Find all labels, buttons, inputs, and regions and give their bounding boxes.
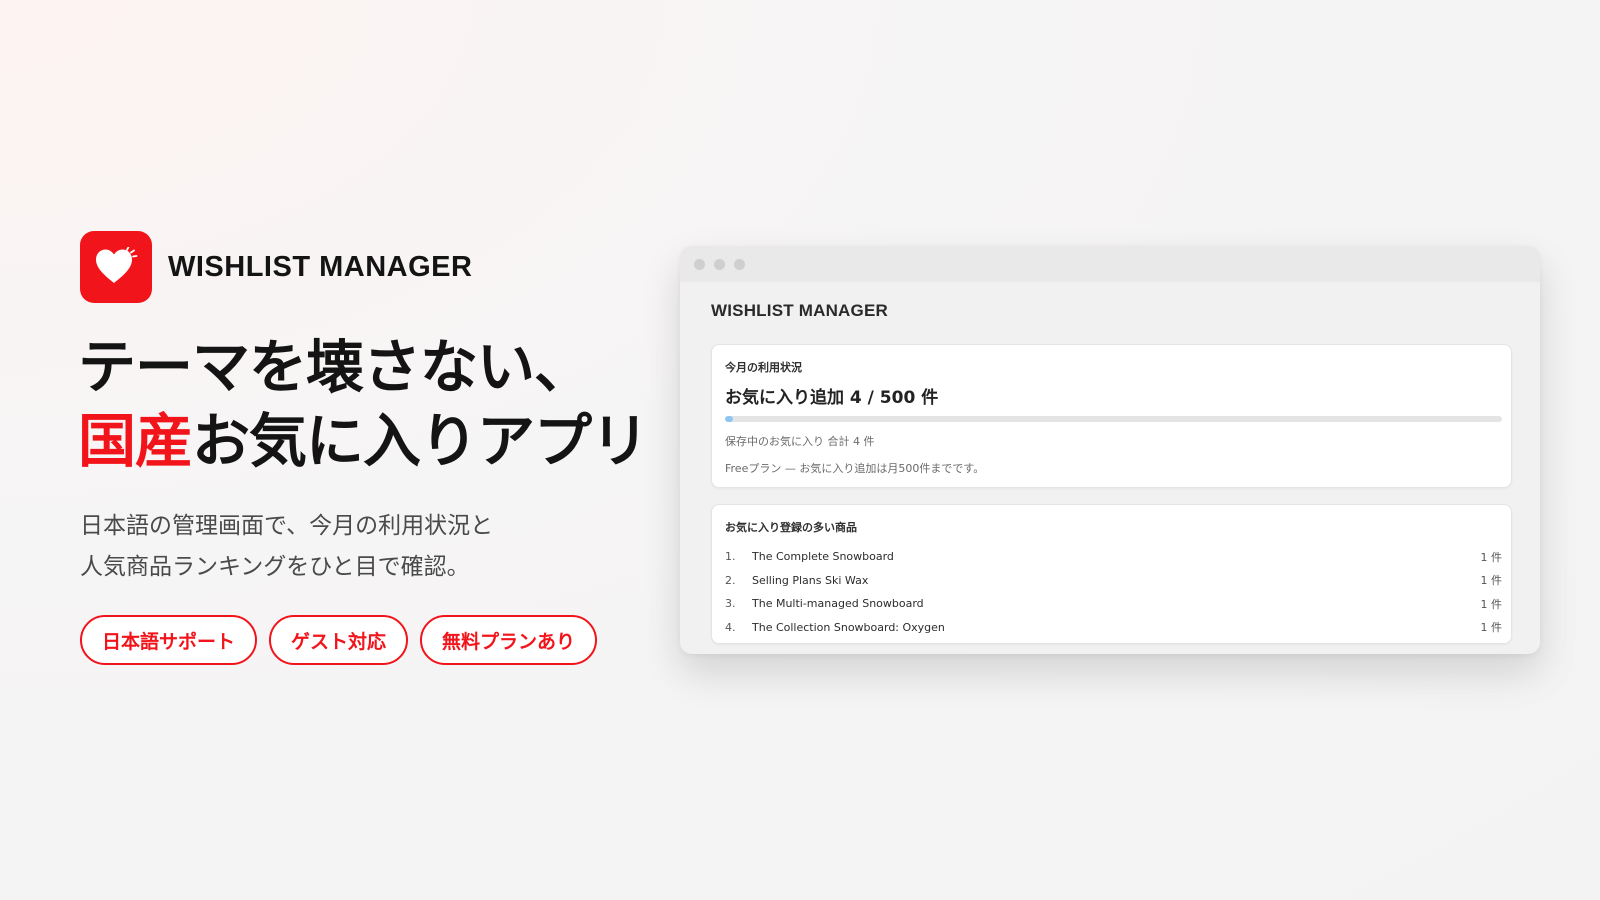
list-item[interactable]: 1. The Complete Snowboard 1 件 — [725, 545, 1502, 569]
product-name: The Collection Snowboard: Oxygen — [752, 620, 945, 634]
list-item[interactable]: 4. The Collection Snowboard: Oxygen 1 件 — [725, 616, 1502, 640]
brand: WISHLIST MANAGER — [80, 231, 472, 303]
app-window-mock: WISHLIST MANAGER 今月の利用状況 お気に入り追加 4 / 500… — [680, 246, 1540, 654]
product-name: Selling Plans Ski Wax — [752, 573, 869, 587]
headline-line-2-rest: お気に入りアプリ — [192, 407, 649, 475]
usage-card: 今月の利用状況 お気に入り追加 4 / 500 件 保存中のお気に入り 合計 4… — [711, 344, 1512, 488]
product-name: The Complete Snowboard — [752, 550, 894, 564]
headline-line-1: テーマを壊さない、 — [78, 333, 592, 401]
usage-headline: お気に入り追加 4 / 500 件 — [725, 388, 939, 408]
app-title: WISHLIST MANAGER — [711, 301, 888, 320]
window-minimize-dot — [714, 258, 725, 270]
hero-headline: テーマを壊さない、 国産お気に入りアプリ — [78, 330, 649, 478]
usage-progress-bar — [725, 416, 1502, 422]
usage-plan-text: Freeプラン — お気に入り追加は月500件までです。 — [725, 462, 985, 475]
favorite-count: 1 件 — [1480, 597, 1503, 611]
rank-number: 3. — [725, 597, 736, 611]
rank-number: 1. — [725, 550, 736, 564]
feature-pills: 日本語サポート ゲスト対応 無料プランあり — [80, 615, 598, 665]
pill-guest-support: ゲスト対応 — [269, 615, 409, 665]
ranking-list: 1. The Complete Snowboard 1 件 2. Selling… — [725, 545, 1502, 639]
lead-line-1: 日本語の管理画面で、今月の利用状況と — [80, 513, 494, 539]
product-name: The Multi-managed Snowboard — [752, 597, 924, 611]
lead-line-2: 人気商品ランキングをひと目で確認。 — [80, 554, 470, 580]
window-close-dot — [694, 258, 705, 270]
list-item[interactable]: 3. The Multi-managed Snowboard 1 件 — [725, 592, 1502, 616]
rank-number: 4. — [725, 620, 736, 634]
usage-progress-fill — [725, 416, 733, 422]
usage-saved-text: 保存中のお気に入り 合計 4 件 — [725, 435, 875, 448]
rank-number: 2. — [725, 573, 736, 587]
pill-japanese-support: 日本語サポート — [80, 615, 258, 665]
headline-accent: 国産 — [78, 407, 193, 475]
favorite-count: 1 件 — [1480, 550, 1503, 564]
favorite-count: 1 件 — [1480, 574, 1503, 588]
list-item[interactable]: 2. Selling Plans Ski Wax 1 件 — [725, 569, 1502, 593]
ranking-card-title: お気に入り登録の多い商品 — [725, 521, 857, 534]
favorite-count: 1 件 — [1480, 621, 1503, 635]
window-zoom-dot — [734, 258, 745, 270]
ranking-card: お気に入り登録の多い商品 1. The Complete Snowboard 1… — [711, 504, 1512, 644]
brand-name: WISHLIST MANAGER — [168, 250, 473, 283]
usage-card-title: 今月の利用状況 — [725, 361, 802, 374]
pill-free-plan: 無料プランあり — [420, 615, 598, 665]
headline-line-2: 国産お気に入りアプリ — [78, 404, 649, 478]
hero-lead: 日本語の管理画面で、今月の利用状況と 人気商品ランキングをひと目で確認。 — [80, 506, 493, 588]
window-titlebar — [680, 246, 1540, 282]
heart-icon — [80, 231, 152, 303]
